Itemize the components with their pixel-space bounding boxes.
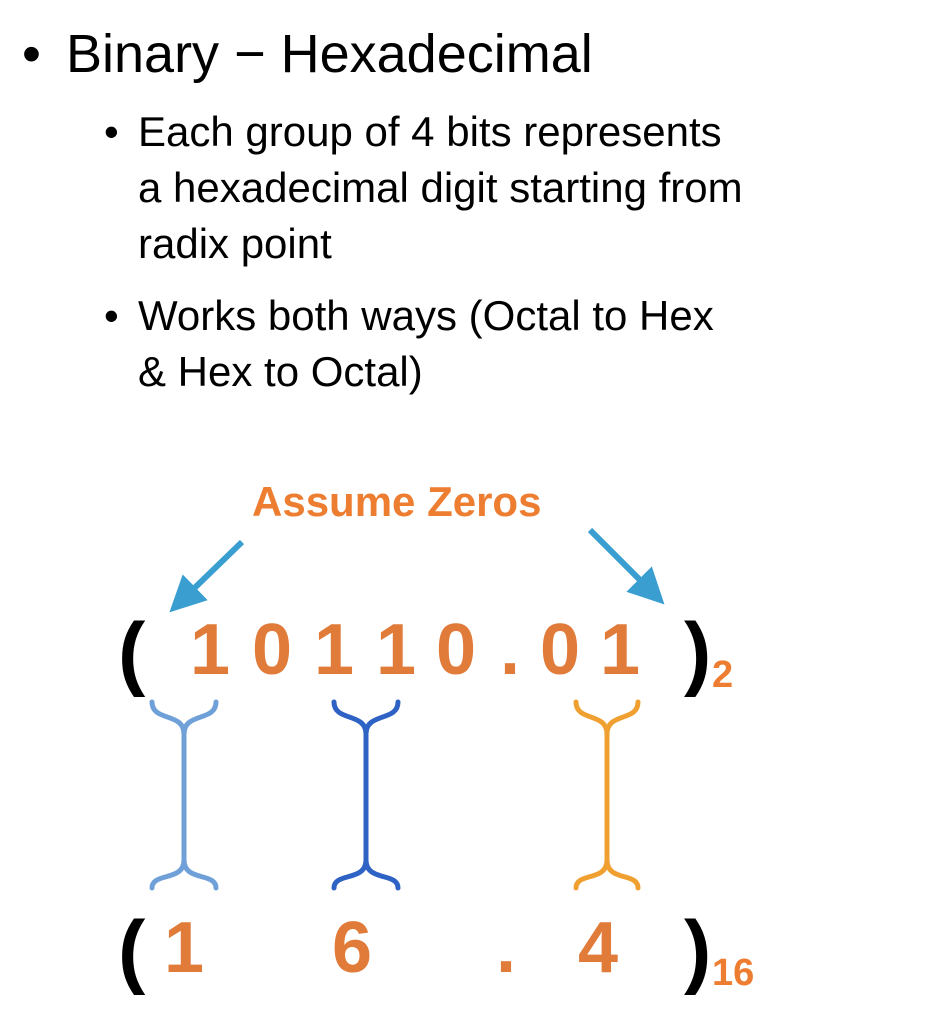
hex-digit: 6 (332, 908, 373, 988)
brace-group-1 (149, 699, 219, 891)
binary-open-paren: ( (118, 607, 146, 698)
left-arrow (169, 539, 245, 613)
diagram-graphics (149, 527, 665, 891)
hex-digit: 1 (164, 908, 205, 988)
binary-digit: 0 (252, 610, 293, 690)
brace-group-3 (573, 699, 641, 891)
hex-digit: 4 (578, 908, 619, 988)
binary-digit: 1 (600, 610, 641, 690)
binary-digit: 1 (376, 610, 417, 690)
hex-radix-point: . (496, 908, 517, 988)
hex-base-subscript: 16 (712, 952, 755, 994)
hex-close-paren: ) (684, 905, 712, 996)
hex-open-paren: ( (118, 905, 146, 996)
binary-base-subscript: 2 (712, 654, 734, 696)
brace-group-2 (331, 699, 401, 891)
binary-digit: 1 (314, 610, 355, 690)
binary-close-paren: ) (684, 607, 712, 698)
binary-digit: 0 (540, 610, 581, 690)
binary-digit: 0 (436, 610, 477, 690)
right-arrow (587, 527, 665, 605)
binary-digit: 1 (190, 610, 231, 690)
binary-radix-point: . (500, 610, 521, 690)
